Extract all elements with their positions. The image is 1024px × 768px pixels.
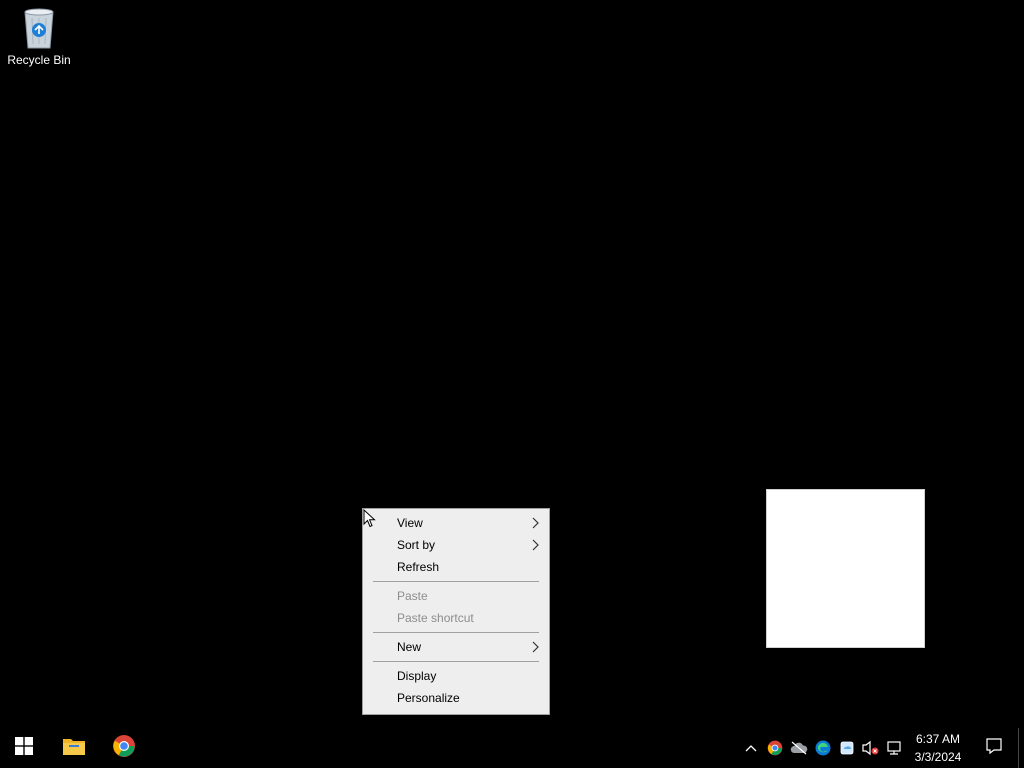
show-desktop-button[interactable] xyxy=(1018,728,1024,768)
volume-muted-icon[interactable] xyxy=(860,738,880,758)
cloud-offline-icon[interactable] xyxy=(789,738,809,758)
chevron-right-icon xyxy=(530,534,540,556)
file-explorer-button[interactable] xyxy=(50,728,98,768)
taskbar-clock[interactable]: 6:37 AM 3/3/2024 xyxy=(906,730,970,766)
windows-start-icon xyxy=(15,736,33,760)
blank-window[interactable] xyxy=(766,489,925,648)
recycle-bin-label: Recycle Bin xyxy=(7,53,71,67)
mouse-cursor-icon xyxy=(363,508,377,529)
recycle-bin-shortcut[interactable]: Recycle Bin xyxy=(4,6,74,76)
menu-separator xyxy=(373,632,539,633)
menu-separator xyxy=(373,581,539,582)
menu-item-refresh[interactable]: Refresh xyxy=(363,556,549,578)
menu-item-personalize[interactable]: Personalize xyxy=(363,687,549,709)
chrome-taskbar-button[interactable] xyxy=(100,728,148,768)
clock-time: 6:37 AM xyxy=(915,732,961,746)
action-center-icon xyxy=(985,737,1003,760)
chevron-up-icon[interactable] xyxy=(741,738,761,758)
menu-item-paste: Paste xyxy=(397,589,428,603)
file-explorer-icon xyxy=(62,736,86,761)
chrome-tray-icon[interactable] xyxy=(765,738,785,758)
network-icon[interactable] xyxy=(884,738,904,758)
desktop-background[interactable]: Recycle Bin View Sort by Refresh Paste P… xyxy=(0,0,1024,728)
start-button[interactable] xyxy=(0,728,48,768)
clock-date: 3/3/2024 xyxy=(914,750,962,764)
menu-item-paste-shortcut: Paste shortcut xyxy=(397,611,474,625)
action-center-button[interactable] xyxy=(976,728,1012,768)
menu-item-display[interactable]: Display xyxy=(363,665,549,687)
menu-item-sort-by[interactable]: Sort by xyxy=(363,534,549,556)
chevron-right-icon xyxy=(530,636,540,658)
menu-item-new[interactable]: New xyxy=(363,636,549,658)
onedrive-icon[interactable] xyxy=(837,738,857,758)
menu-item-view[interactable]: View xyxy=(363,512,549,534)
desktop-context-menu: View Sort by Refresh Paste Paste shortcu… xyxy=(362,508,550,715)
edge-icon[interactable] xyxy=(813,738,833,758)
menu-separator xyxy=(373,661,539,662)
recycle-bin-icon xyxy=(19,6,59,50)
chrome-icon xyxy=(112,734,136,763)
chevron-right-icon xyxy=(530,512,540,534)
taskbar: 6:37 AM 3/3/2024 xyxy=(0,728,1024,768)
